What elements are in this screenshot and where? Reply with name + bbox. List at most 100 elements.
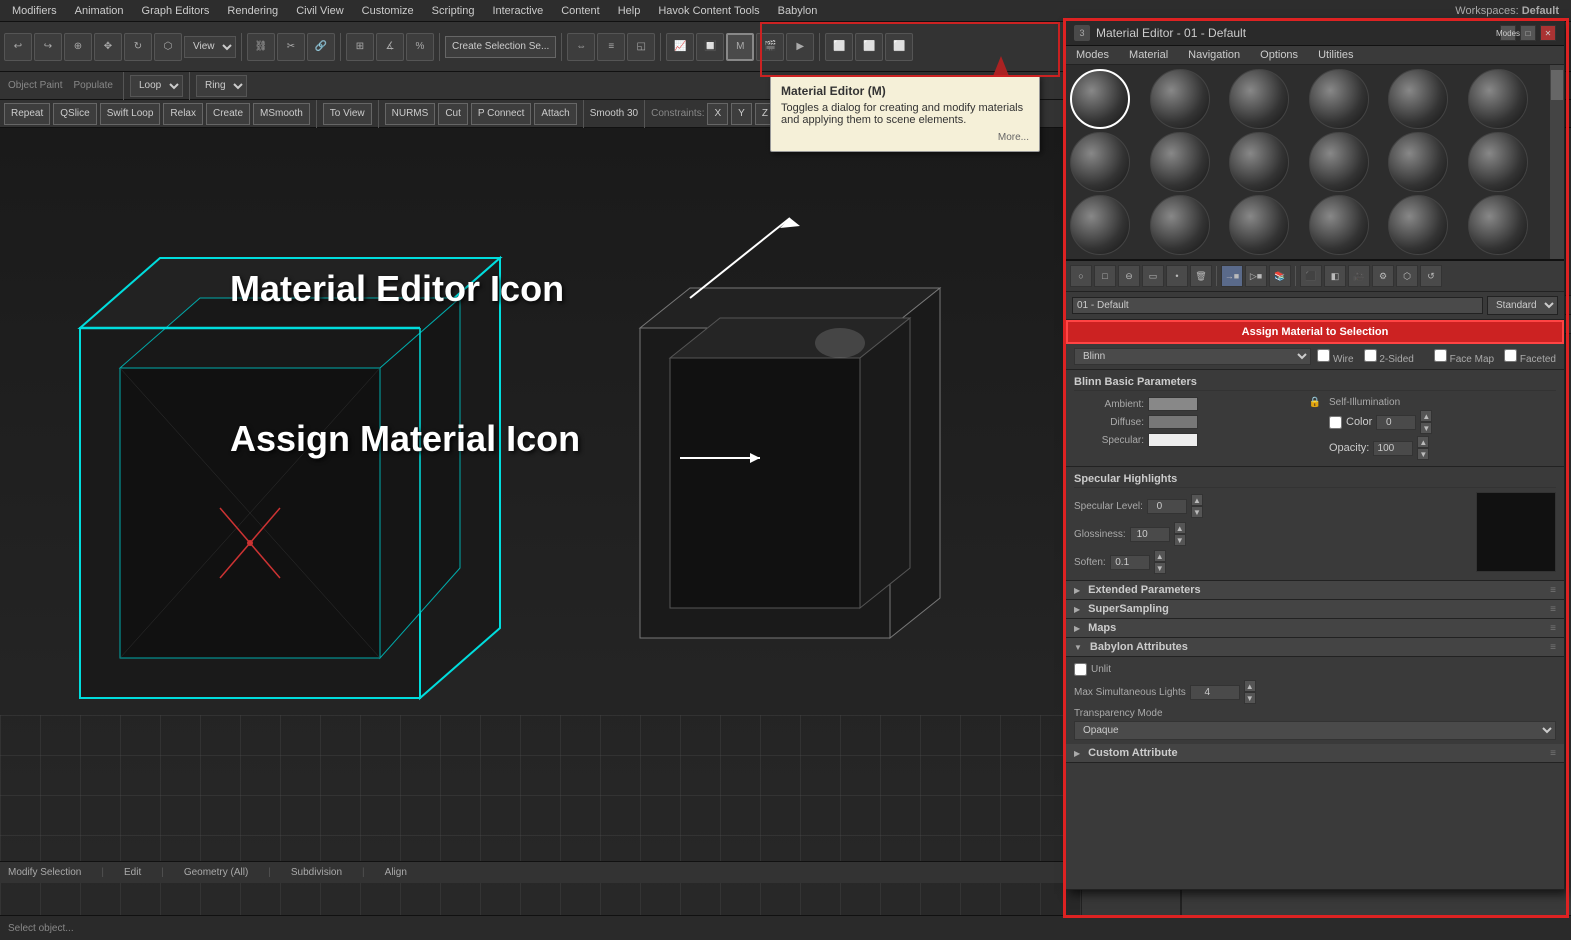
mat-video-btn[interactable]: 🎥 [1348, 265, 1370, 287]
swift-loop-btn[interactable]: Swift Loop [100, 103, 161, 125]
babylon-attrs-header[interactable]: ▼ Babylon Attributes ≡ [1066, 638, 1564, 657]
p-connect-btn[interactable]: P Connect [471, 103, 532, 125]
face-map-check[interactable]: Face Map [1434, 349, 1494, 365]
y-btn[interactable]: Y [731, 103, 752, 125]
cut-btn[interactable]: Cut [438, 103, 468, 125]
mat-menu-utilities[interactable]: Utilities [1308, 46, 1363, 64]
sphere-18[interactable] [1468, 195, 1528, 255]
menu-rendering[interactable]: Rendering [219, 3, 286, 19]
maximize-btn[interactable]: □ [1520, 25, 1536, 41]
sphere-2[interactable] [1150, 69, 1210, 129]
soften-down[interactable]: ▼ [1154, 562, 1166, 574]
max-lights-up[interactable]: ▲ [1244, 680, 1256, 692]
wire-check[interactable]: Wire [1317, 349, 1353, 365]
percent-snap-btn[interactable]: % [406, 33, 434, 61]
to-view-btn[interactable]: To View [323, 103, 372, 125]
sphere-13[interactable] [1070, 195, 1130, 255]
mat-sphere-btn[interactable]: ○ [1070, 265, 1092, 287]
sphere-9[interactable] [1229, 132, 1289, 192]
spec-level-up[interactable]: ▲ [1191, 494, 1203, 506]
sphere-1[interactable] [1070, 69, 1130, 129]
select-btn[interactable]: ⊕ [64, 33, 92, 61]
gloss-down[interactable]: ▼ [1174, 534, 1186, 546]
angle-snap-btn[interactable]: ∡ [376, 33, 404, 61]
snap-btn[interactable]: ⊞ [346, 33, 374, 61]
sphere-6[interactable] [1468, 69, 1528, 129]
mat-show-map-btn[interactable]: ⬛ [1300, 265, 1322, 287]
glossiness-input[interactable] [1130, 527, 1170, 542]
sphere-3[interactable] [1229, 69, 1289, 129]
mat-editor-body[interactable]: Assign Material to Selection Blinn Wire … [1066, 320, 1564, 889]
assign-material-to-selection-btn[interactable]: Assign Material to Selection [1066, 320, 1564, 344]
soften-input[interactable] [1110, 555, 1150, 570]
transparency-dropdown[interactable]: Opaque [1074, 721, 1556, 740]
menu-havok[interactable]: Havok Content Tools [650, 3, 767, 19]
sphere-11[interactable] [1388, 132, 1448, 192]
mat-assign-btn[interactable]: →■ [1221, 265, 1243, 287]
faceted-check[interactable]: Faceted [1504, 349, 1556, 365]
mat-options-btn[interactable]: ⚙ [1372, 265, 1394, 287]
menu-scripting[interactable]: Scripting [424, 3, 483, 19]
attach-btn[interactable]: Attach [534, 103, 576, 125]
gloss-up[interactable]: ▲ [1174, 522, 1186, 534]
mat-reset-map-btn[interactable]: ↺ [1420, 265, 1442, 287]
qslice-btn[interactable]: QSlice [53, 103, 96, 125]
blinn-type-dropdown[interactable]: Blinn [1074, 348, 1311, 365]
undo-btn[interactable]: ↩ [4, 33, 32, 61]
rotate-btn[interactable]: ↻ [124, 33, 152, 61]
maps-header[interactable]: ▶ Maps ≡ [1066, 619, 1564, 638]
mat-dot-btn[interactable]: • [1166, 265, 1188, 287]
relax-btn[interactable]: Relax [163, 103, 203, 125]
link-btn[interactable]: ⛓ [247, 33, 275, 61]
color-lock-icon[interactable]: 🔒 [1309, 395, 1321, 409]
supersampling-header[interactable]: ▶ SuperSampling ≡ [1066, 600, 1564, 619]
sphere-15[interactable] [1229, 195, 1289, 255]
ambient-swatch[interactable] [1148, 397, 1198, 411]
ring-dropdown[interactable]: Ring [196, 75, 247, 97]
create-selection-btn[interactable]: Create Selection Se... [445, 36, 556, 58]
mat-select-by-mat-btn[interactable]: ▷■ [1245, 265, 1267, 287]
max-lights-down[interactable]: ▼ [1244, 692, 1256, 704]
mat-menu-navigation[interactable]: Navigation [1178, 46, 1250, 64]
minimize-btn[interactable]: Modes [1500, 25, 1516, 41]
mat-menu-material[interactable]: Material [1119, 46, 1178, 64]
specular-swatch[interactable] [1148, 433, 1198, 447]
mat-type-dropdown[interactable]: Standard [1487, 296, 1558, 315]
sphere-8[interactable] [1150, 132, 1210, 192]
menu-interactive[interactable]: Interactive [484, 3, 551, 19]
smooth30-btn[interactable]: Smooth 30 [590, 108, 638, 119]
bind-btn[interactable]: 🔗 [307, 33, 335, 61]
opacity-value[interactable] [1373, 441, 1413, 456]
sphere-16[interactable] [1309, 195, 1369, 255]
sphere-14[interactable] [1150, 195, 1210, 255]
color-up-btn[interactable]: ▲ [1420, 410, 1432, 422]
mat-delete-btn[interactable]: 🗑 [1190, 265, 1212, 287]
create-btn[interactable]: Create [206, 103, 250, 125]
loop-dropdown[interactable]: Loop [130, 75, 183, 97]
layer-btn[interactable]: ◱ [627, 33, 655, 61]
menu-content[interactable]: Content [553, 3, 608, 19]
tooltip-more-link[interactable]: More... [781, 132, 1029, 143]
unlink-btn[interactable]: ✂ [277, 33, 305, 61]
sphere-7[interactable] [1070, 132, 1130, 192]
color-value[interactable] [1376, 415, 1416, 430]
spec-level-down[interactable]: ▼ [1191, 506, 1203, 518]
x-btn[interactable]: X [707, 103, 728, 125]
spec-level-input[interactable] [1147, 499, 1187, 514]
max-lights-input[interactable] [1190, 685, 1240, 700]
mat-cylinder-btn[interactable]: ⊖ [1118, 265, 1140, 287]
align-btn[interactable]: ≡ [597, 33, 625, 61]
repeat-btn[interactable]: Repeat [4, 103, 50, 125]
menu-customize[interactable]: Customize [354, 3, 422, 19]
redo-btn[interactable]: ↪ [34, 33, 62, 61]
mirror-btn[interactable]: ⇔ [567, 33, 595, 61]
sphere-10[interactable] [1309, 132, 1369, 192]
two-sided-check[interactable]: 2-Sided [1364, 349, 1414, 365]
mat-put-to-lib-btn[interactable]: 📚 [1269, 265, 1291, 287]
sphere-scrollbar[interactable] [1550, 65, 1564, 259]
diffuse-swatch[interactable] [1148, 415, 1198, 429]
mat-cube-btn[interactable]: □ [1094, 265, 1116, 287]
color-down-btn[interactable]: ▼ [1420, 422, 1432, 434]
modify-selection-label[interactable]: Modify Selection [8, 867, 81, 878]
nurms-btn[interactable]: NURMS [385, 103, 436, 125]
